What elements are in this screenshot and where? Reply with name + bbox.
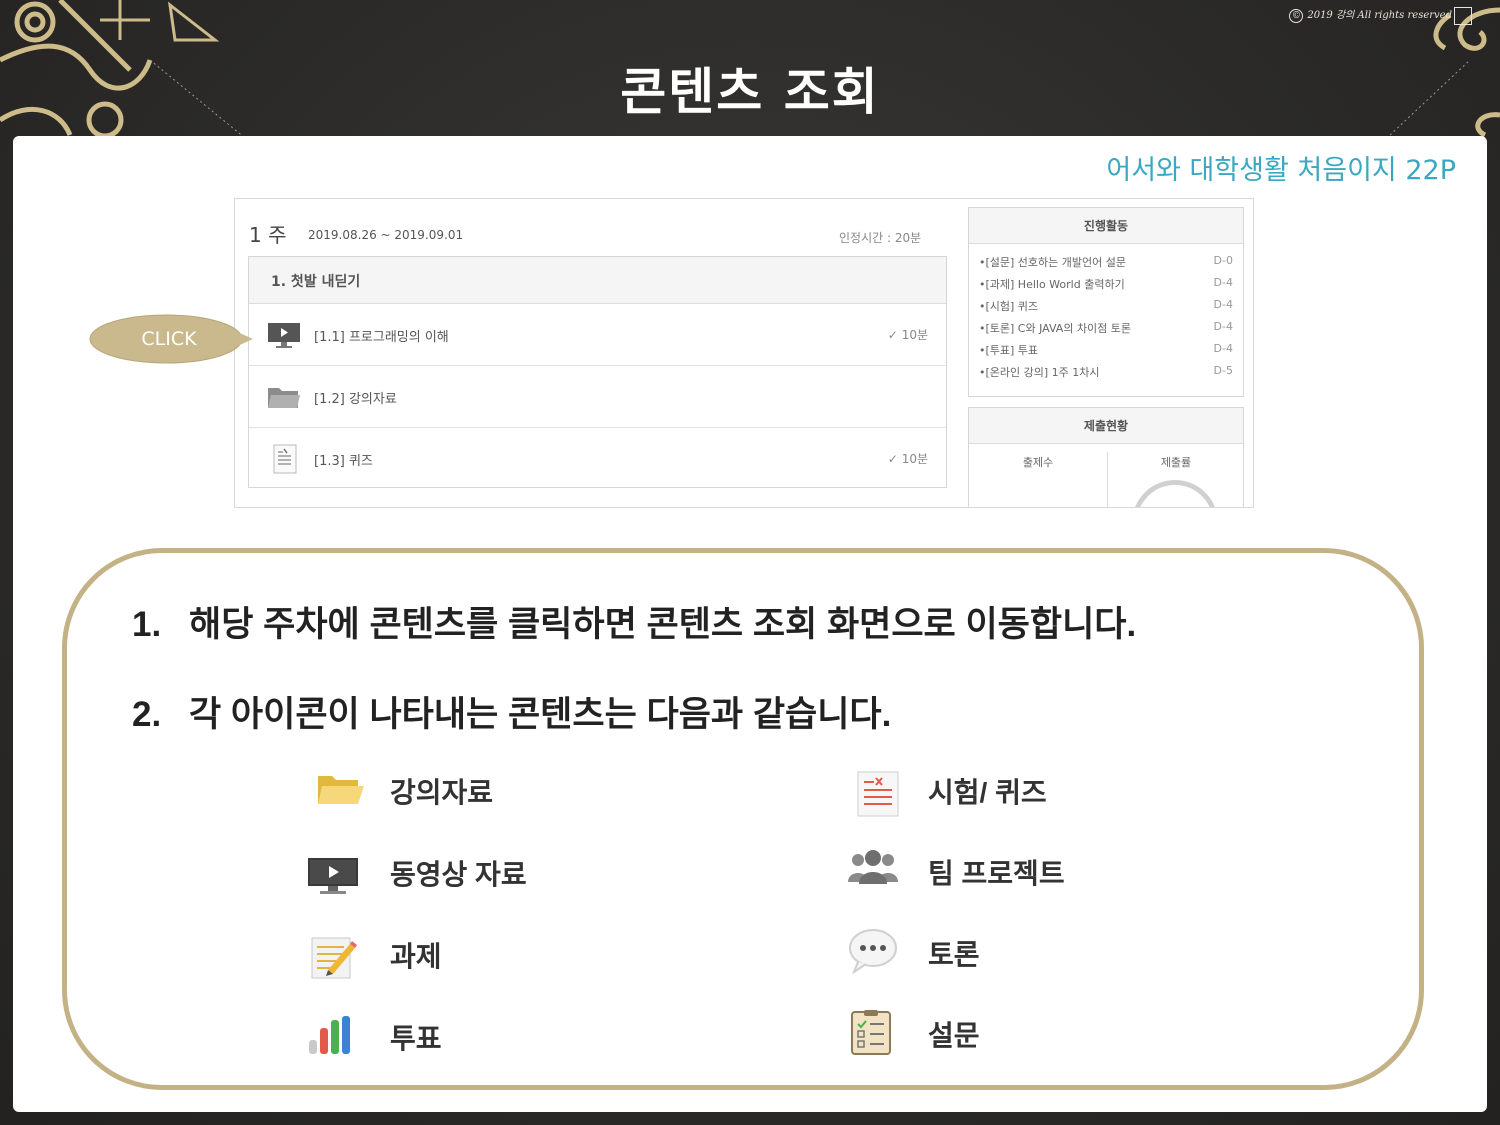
page-title: 콘텐츠 조회 [620, 63, 880, 121]
survey-clipboard-icon [851, 1010, 891, 1055]
copyright-notice: © 2019 강의 All rights reserved [1289, 6, 1472, 25]
quiz-sheet-icon [857, 771, 899, 817]
activity-text: •[토론] C와 JAVA의 차이점 토론 [979, 322, 1132, 335]
content-row-video[interactable]: [1.1] 프로그래밍의 이해 ✓ 10분 [249, 304, 946, 366]
step-text: 해당 주차에 콘텐츠를 클릭하면 콘텐츠 조회 화면으로 이동합니다. [189, 605, 1137, 644]
content-row-time: ✓ 10분 [888, 450, 928, 467]
submission-rate-label: 제출률 [1160, 456, 1192, 469]
submission-columns: 출제수 제출률 [969, 444, 1243, 507]
legend-label-team: 팀 프로젝트 [928, 858, 1065, 889]
activity-item[interactable]: •[과제] Hello World 출력하기 D-4 [969, 276, 1243, 298]
folder-icon [268, 388, 300, 408]
folder-icon [318, 776, 364, 804]
content-row-quiz[interactable]: [1.3] 퀴즈 ✓ 10분 [249, 428, 946, 490]
step-number: 1. [132, 605, 162, 644]
content-row-time: ✓ 10분 [888, 326, 928, 343]
activity-due: D-4 [1213, 298, 1233, 311]
step-number: 2. [132, 695, 162, 734]
week-date-range: 2019.08.26 ~ 2019.09.01 [308, 228, 464, 242]
activity-item[interactable]: •[투표] 투표 D-4 [969, 342, 1243, 364]
discussion-bubble-icon [849, 929, 897, 974]
legend-label-survey: 설문 [928, 1020, 980, 1051]
activities-title: 진행활동 [969, 208, 1243, 244]
module-card: 1. 첫발 내딛기 [1.1] 프로그래밍의 이해 ✓ 10분 [1.2] 강의… [248, 256, 947, 488]
module-title: 1. 첫발 내딛기 [249, 257, 946, 304]
activity-due: D-5 [1213, 364, 1233, 377]
click-label: CLICK [141, 328, 197, 350]
step-2: 2. 각 아이콘이 나타내는 콘텐츠는 다음과 같습니다. [132, 686, 891, 737]
team-people-icon [848, 850, 898, 884]
legend-label-material: 강의자료 [390, 777, 494, 808]
vote-bar-chart-icon [309, 1016, 350, 1054]
time-value: 10분 [901, 328, 928, 342]
legend-label-vote: 투표 [390, 1023, 442, 1054]
logo-badge-icon [1454, 6, 1472, 25]
check-icon: ✓ [887, 452, 898, 466]
activity-item[interactable]: •[설문] 선호하는 개발언어 설문 D-0 [969, 254, 1243, 276]
submission-title: 제출현황 [969, 408, 1243, 444]
legend-label-assignment: 과제 [390, 941, 442, 972]
activity-due: D-0 [1213, 254, 1233, 267]
submission-count-label: 출제수 [1022, 456, 1054, 469]
monitor-video-icon [308, 858, 358, 894]
legend-label-video: 동영상 자료 [390, 859, 527, 890]
time-value: 10분 [901, 452, 928, 466]
content-row-material[interactable]: [1.2] 강의자료 [249, 366, 946, 428]
content-row-label: [1.1] 프로그래밍의 이해 [314, 330, 449, 345]
submission-box: 제출현황 출제수 제출률 [968, 407, 1244, 507]
activity-item[interactable]: •[시험] 퀴즈 D-4 [969, 298, 1243, 320]
lms-screenshot: 1 주 2019.08.26 ~ 2019.09.01 인정시간 : 20분 1… [234, 198, 1254, 508]
reference-page: 어서와 대학생활 처음이지 22P [1106, 155, 1456, 186]
activity-due: D-4 [1213, 320, 1233, 333]
copyright-text: 2019 강의 All rights reserved [1307, 10, 1452, 21]
recognized-time: 인정시간 : 20분 [839, 231, 922, 245]
activity-text: •[과제] Hello World 출력하기 [979, 278, 1125, 291]
step-text: 각 아이콘이 나타내는 콘텐츠는 다음과 같습니다. [189, 695, 892, 734]
content-row-label: [1.2] 강의자료 [314, 392, 397, 407]
activity-text: •[투표] 투표 [979, 344, 1039, 357]
activity-item[interactable]: •[토론] C와 JAVA의 차이점 토론 D-4 [969, 320, 1243, 342]
quiz-sheet-icon [273, 444, 297, 474]
activity-item[interactable]: •[온라인 강의] 1주 1차시 D-5 [969, 364, 1243, 386]
activity-text: •[시험] 퀴즈 [979, 300, 1039, 313]
legend-label-quiz: 시험/ 퀴즈 [928, 777, 1047, 808]
step-1: 1. 해당 주차에 콘텐츠를 클릭하면 콘텐츠 조회 화면으로 이동합니다. [132, 596, 1136, 647]
activity-text: •[설문] 선호하는 개발언어 설문 [979, 256, 1127, 269]
activity-text: •[온라인 강의] 1주 1차시 [979, 366, 1100, 379]
legend-label-discussion: 토론 [928, 939, 980, 970]
activities-box: 진행활동 •[설문] 선호하는 개발언어 설문 D-0 •[과제] Hello W… [968, 207, 1244, 397]
assignment-pencil-icon [311, 937, 357, 979]
content-row-label: [1.3] 퀴즈 [314, 454, 373, 469]
check-icon: ✓ [887, 328, 898, 342]
monitor-video-icon [268, 323, 300, 348]
activity-due: D-4 [1213, 342, 1233, 355]
week-label: 1 주 [249, 223, 287, 247]
copyright-icon: © [1289, 9, 1304, 23]
submission-rate-gauge [1132, 480, 1218, 507]
activity-due: D-4 [1213, 276, 1233, 289]
